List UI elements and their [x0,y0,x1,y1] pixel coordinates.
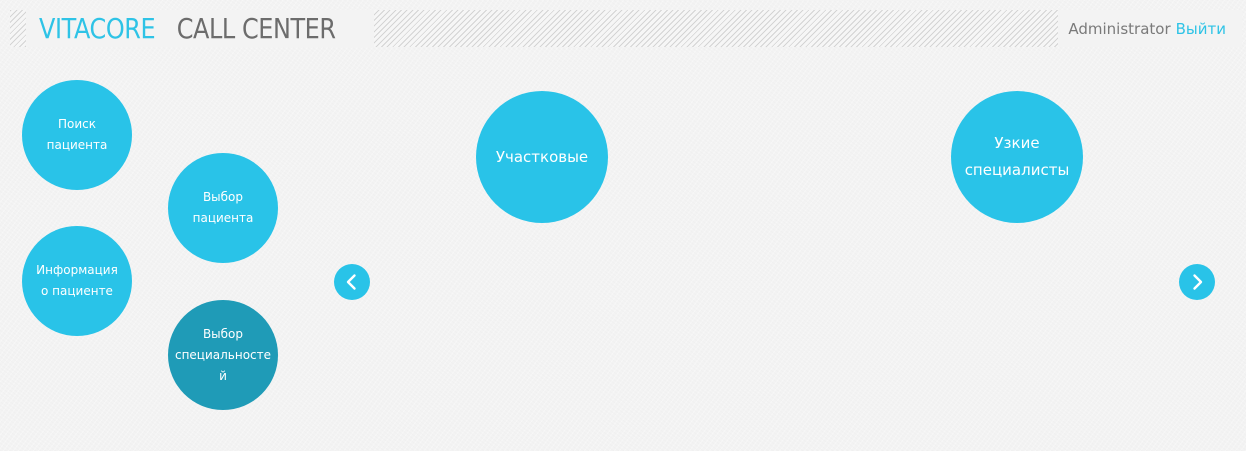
menu-item-label: й [219,368,227,383]
logout-link[interactable]: Выйти [1176,20,1226,38]
chevron-right-icon [1193,274,1203,290]
menu-item-patient-info[interactable]: Информация о пациенте [22,226,132,336]
header-bar: VITACORE CALL CENTER Administrator Выйти [10,10,1242,47]
logo-main-text: CALL CENTER [176,12,336,45]
menu-item-label: Поиск [57,117,96,131]
menu-item-label: пациента [192,211,254,225]
user-name: Administrator [1068,19,1171,38]
menu-item-label: Информация [36,263,118,277]
app-logo: VITACORE CALL CENTER [26,10,374,47]
specialty-label: Участковые [495,147,589,166]
menu-item-label: пациента [46,138,108,152]
menu-item-label: специальносте [174,347,272,362]
menu-item-patient-select[interactable]: Выбор пациента [168,153,278,263]
specialty-label: специалисты [964,161,1070,179]
user-area: Administrator Выйти [1058,10,1242,47]
menu-item-patient-search[interactable]: Поиск пациента [22,80,132,190]
specialty-district-doctors[interactable]: Участковые [476,91,608,223]
specialty-label: Узкие [994,134,1040,152]
chevron-left-icon [346,274,356,290]
menu-item-specialty-select[interactable]: Выбор специальносте й [168,300,278,410]
menu-item-label: о пациенте [41,284,113,298]
menu-item-label: Выбор [202,326,244,341]
logo-accent-text: VITACORE [39,12,156,45]
carousel-next-button[interactable] [1179,264,1215,300]
specialty-narrow-specialists[interactable]: Узкие специалисты [951,91,1083,223]
menu-item-label: Выбор [202,190,244,204]
carousel-prev-button[interactable] [334,264,370,300]
